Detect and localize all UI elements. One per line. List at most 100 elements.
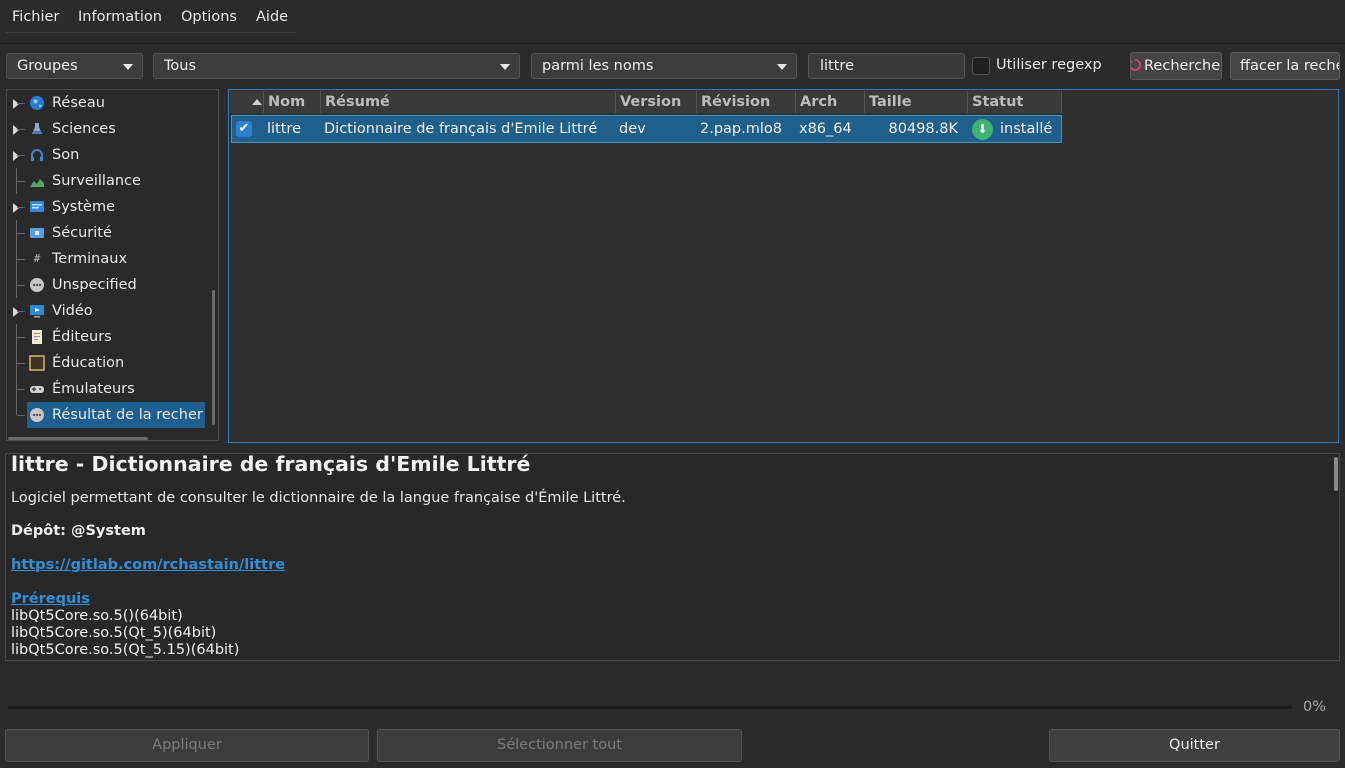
editor-icon bbox=[32, 330, 42, 344]
tree-item-label: Système bbox=[52, 199, 115, 215]
search-button[interactable]: Recherche bbox=[1130, 52, 1222, 80]
dots-icon bbox=[30, 278, 44, 292]
tree-item-son[interactable]: Son bbox=[7, 142, 207, 168]
package-size: 80498.8K bbox=[888, 121, 958, 137]
tree-item-label: Sciences bbox=[52, 121, 116, 137]
menu-options[interactable]: Options bbox=[181, 9, 237, 25]
video-icon bbox=[30, 305, 44, 318]
progress-bar bbox=[8, 706, 1292, 709]
column-header-version[interactable]: Version bbox=[616, 91, 697, 113]
tree-item-surveillance[interactable]: Surveillance bbox=[7, 168, 207, 194]
menubar: Fichier Information Options Aide bbox=[0, 0, 1345, 36]
menu-aide[interactable]: Aide bbox=[256, 9, 288, 25]
search-input-value: littre bbox=[820, 58, 854, 74]
clear-search-label: ffacer la recher bbox=[1240, 58, 1340, 74]
package-table: Nom Résumé Version Révision Arch Taille … bbox=[228, 89, 1339, 443]
filter-combo-value: Tous bbox=[164, 58, 197, 74]
dots-icon bbox=[30, 408, 44, 422]
menu-fichier[interactable]: Fichier bbox=[12, 9, 59, 25]
tree-item-education[interactable]: Éducation bbox=[7, 350, 207, 376]
details-repository: Dépôt: @System bbox=[11, 523, 146, 539]
system-icon bbox=[30, 201, 44, 212]
column-header-size[interactable]: Taille bbox=[865, 91, 968, 113]
tree-item-emulateurs[interactable]: Émulateurs bbox=[7, 376, 207, 402]
search-input[interactable]: littre bbox=[808, 53, 965, 79]
tree-item-terminaux[interactable]: # Terminaux bbox=[7, 246, 207, 272]
tree-item-label: Résultat de la recher bbox=[52, 407, 203, 423]
chevron-down-icon bbox=[777, 64, 787, 70]
column-header-status[interactable]: Statut bbox=[968, 91, 1062, 113]
toolbar-divider bbox=[0, 43, 1345, 44]
chevron-down-icon bbox=[123, 64, 133, 70]
column-header-select[interactable] bbox=[230, 91, 264, 113]
globe-icon bbox=[30, 96, 44, 110]
package-version: dev bbox=[619, 121, 646, 137]
expand-arrow-icon[interactable] bbox=[13, 203, 19, 213]
scope-combo-value: parmi les noms bbox=[542, 58, 654, 74]
terminal-icon: # bbox=[33, 252, 41, 265]
tree-item-reseau[interactable]: Réseau bbox=[7, 90, 207, 116]
sort-ascending-icon bbox=[252, 99, 262, 105]
menu-information[interactable]: Information bbox=[78, 9, 162, 25]
scope-combo[interactable]: parmi les noms bbox=[531, 53, 797, 79]
package-details: littre - Dictionnaire de français d'Emil… bbox=[5, 453, 1340, 661]
monitoring-icon bbox=[30, 179, 44, 187]
package-summary: Dictionnaire de français d'Emile Littré bbox=[324, 121, 598, 137]
search-button-label: Recherche bbox=[1144, 58, 1221, 74]
expand-arrow-icon[interactable] bbox=[13, 99, 19, 109]
details-title: littre - Dictionnaire de français d'Emil… bbox=[11, 453, 531, 476]
tree-item-label: Réseau bbox=[52, 95, 105, 111]
progress-label: 0% bbox=[1303, 699, 1327, 715]
column-header-arch[interactable]: Arch bbox=[796, 91, 865, 113]
table-row[interactable]: ✔ littre Dictionnaire de français d'Emil… bbox=[231, 115, 1062, 143]
regexp-checkbox[interactable] bbox=[972, 57, 990, 75]
tree-item-securite[interactable]: Sécurité bbox=[7, 220, 207, 246]
filter-combo[interactable]: Tous bbox=[153, 53, 520, 79]
tree-item-label: Terminaux bbox=[52, 251, 128, 267]
clear-search-button[interactable]: ffacer la recher bbox=[1230, 52, 1340, 80]
menubar-divider bbox=[6, 32, 296, 33]
tree-item-editeurs[interactable]: Éditeurs bbox=[7, 324, 207, 350]
tree-item-systeme[interactable]: Système bbox=[7, 194, 207, 220]
dependency-item: libQt5Core.so.5(Qt_5)(64bit) bbox=[11, 625, 217, 641]
expand-arrow-icon[interactable] bbox=[13, 125, 19, 135]
package-checkbox[interactable]: ✔ bbox=[236, 121, 252, 137]
package-status: installé bbox=[1000, 121, 1053, 137]
details-scrollbar[interactable] bbox=[1334, 457, 1338, 491]
tree-item-label: Éducation bbox=[52, 355, 125, 371]
column-header-name[interactable]: Nom bbox=[264, 91, 321, 113]
dependency-item: libQt5Core.so.5()(64bit) bbox=[11, 608, 183, 624]
expand-arrow-icon[interactable] bbox=[13, 151, 19, 161]
tree-item-label: Son bbox=[52, 147, 80, 163]
apply-button[interactable]: Appliquer bbox=[5, 729, 369, 762]
tree-item-sciences[interactable]: Sciences bbox=[7, 116, 207, 142]
science-icon bbox=[32, 123, 42, 134]
column-header-summary[interactable]: Résumé bbox=[321, 91, 616, 113]
security-icon bbox=[30, 228, 44, 238]
tree-item-video[interactable]: Vidéo bbox=[7, 298, 207, 324]
group-combo[interactable]: Groupes bbox=[6, 53, 143, 79]
headphones-icon bbox=[31, 149, 43, 161]
tree-item-search-result[interactable]: Résultat de la recher bbox=[27, 402, 205, 428]
expand-arrow-icon[interactable] bbox=[13, 307, 19, 317]
education-icon bbox=[29, 355, 45, 371]
select-all-button[interactable]: Sélectionner tout bbox=[377, 729, 742, 762]
chevron-down-icon bbox=[500, 64, 510, 70]
quit-button[interactable]: Quitter bbox=[1049, 729, 1340, 762]
tree-item-unspecified[interactable]: Unspecified bbox=[7, 272, 207, 298]
tree-item-label: Émulateurs bbox=[52, 381, 135, 397]
installed-icon: ⬇ bbox=[972, 119, 993, 140]
tree-horizontal-scrollbar[interactable] bbox=[8, 437, 148, 440]
package-arch: x86_64 bbox=[799, 121, 852, 137]
column-header-revision[interactable]: Révision bbox=[697, 91, 796, 113]
package-revision: 2.pap.mlo8 bbox=[700, 121, 782, 137]
tree-item-label: Unspecified bbox=[52, 277, 137, 293]
tree-item-label: Surveillance bbox=[52, 173, 141, 189]
category-tree: Réseau Sciences Son Surveillance Système… bbox=[6, 89, 219, 441]
dependency-item: libQt5Core.so.5(Qt_5.15)(64bit) bbox=[11, 642, 240, 658]
details-description: Logiciel permettant de consulter le dict… bbox=[11, 490, 626, 506]
details-prerequisites-link[interactable]: Prérequis bbox=[11, 591, 90, 607]
refresh-icon bbox=[1131, 59, 1141, 71]
tree-vertical-scrollbar[interactable] bbox=[212, 290, 215, 425]
details-homepage-link[interactable]: https://gitlab.com/rchastain/littre bbox=[11, 557, 285, 573]
